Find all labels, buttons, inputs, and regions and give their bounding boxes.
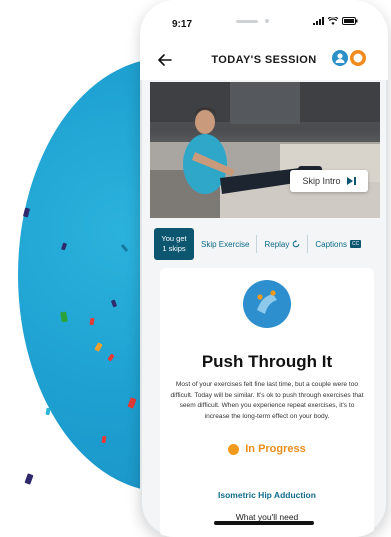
exercise-name-link[interactable]: Isometric Hip Adduction <box>160 490 374 500</box>
divider <box>307 235 309 253</box>
wifi-icon <box>328 17 338 25</box>
phone-frame: 9:17 TODAY'S SESSION Skip Intro You get … <box>140 0 388 537</box>
status-icons <box>313 17 358 25</box>
replay-button[interactable]: Replay <box>264 240 300 249</box>
skips-line-1: You get <box>161 234 187 243</box>
coach-avatar[interactable] <box>332 50 348 71</box>
status-bar: 9:17 <box>140 0 388 40</box>
status-badge: In Progress <box>160 443 374 455</box>
speaker-notch <box>236 20 258 23</box>
card-description: Most of your exercises felt fine last ti… <box>170 381 364 420</box>
skips-line-2: 1 skips <box>162 244 186 253</box>
skip-intro-button[interactable]: Skip Intro <box>290 170 368 192</box>
replay-label: Replay <box>264 239 290 249</box>
confetti-piece <box>24 473 34 485</box>
status-time: 9:17 <box>172 19 193 30</box>
captions-label: Captions <box>315 239 347 249</box>
skip-forward-icon <box>346 177 356 185</box>
confetti-piece <box>45 407 51 416</box>
user-avatar-icon <box>350 50 366 66</box>
profile-avatar[interactable] <box>350 50 366 71</box>
hip-badge-icon <box>243 280 291 328</box>
camera-dot <box>265 19 269 23</box>
skip-exercise-label: Skip Exercise <box>201 239 250 249</box>
home-indicator <box>214 521 314 525</box>
video-controls: You get 1 skips Skip Exercise Replay Cap… <box>150 226 380 262</box>
skips-remaining-badge: You get 1 skips <box>154 228 194 260</box>
session-header: TODAY'S SESSION <box>140 40 388 80</box>
signal-icon <box>313 17 324 25</box>
card-title: Push Through It <box>201 352 333 371</box>
replay-icon <box>293 240 300 248</box>
captions-button[interactable]: Captions CC <box>315 239 362 249</box>
closed-captions-icon: CC <box>349 240 362 248</box>
status-label: In Progress <box>245 443 306 455</box>
divider <box>256 235 258 253</box>
user-icon <box>332 50 348 66</box>
skip-exercise-button[interactable]: Skip Exercise <box>201 240 249 249</box>
exercise-video[interactable]: Skip Intro <box>150 82 380 218</box>
skip-intro-label: Skip Intro <box>302 176 341 186</box>
in-progress-dot-icon <box>228 443 240 455</box>
feedback-card: Push Through It Most of your exercises f… <box>160 268 374 537</box>
video-scene <box>150 82 380 218</box>
battery-icon <box>342 17 358 25</box>
